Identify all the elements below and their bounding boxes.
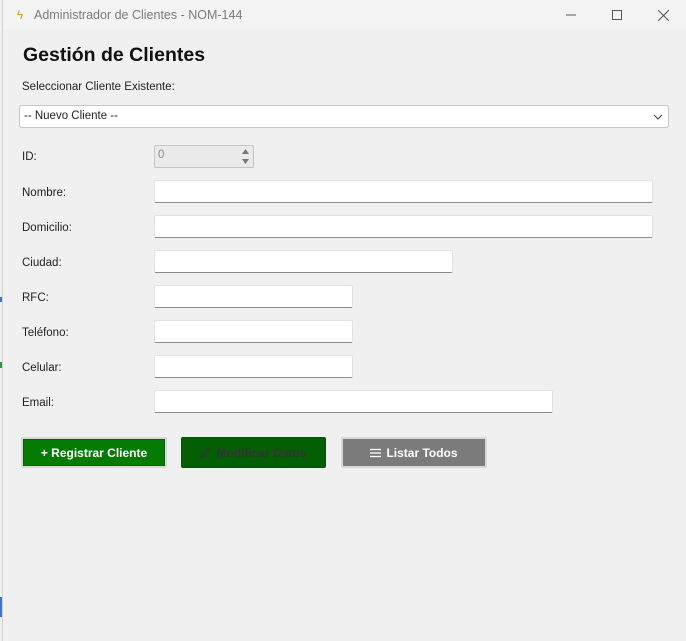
telefono-input[interactable]	[154, 320, 353, 343]
modify-data-label: Modificar Datos	[216, 445, 307, 460]
email-input[interactable]	[154, 390, 553, 413]
minimize-icon	[566, 14, 576, 16]
caret-down-icon	[241, 159, 249, 164]
chevron-down-icon	[653, 114, 663, 120]
ciudad-input[interactable]	[154, 250, 453, 273]
register-client-label: + Registrar Cliente	[40, 445, 148, 460]
nombre-input[interactable]	[154, 180, 653, 203]
lightning-icon: ϟ	[16, 8, 24, 22]
window-title: Administrador de Clientes - NOM-144	[34, 8, 243, 22]
domicilio-input[interactable]	[154, 215, 653, 238]
caret-up-icon	[241, 149, 249, 154]
page-title: Gestión de Clientes	[23, 44, 206, 66]
celular-label: Celular:	[22, 362, 62, 374]
client-select-value: -- Nuevo Cliente --	[24, 110, 118, 122]
telefono-label: Teléfono:	[22, 327, 69, 339]
minimize-button[interactable]	[548, 0, 594, 30]
email-label: Email:	[22, 397, 54, 409]
id-spin-buttons	[238, 147, 252, 166]
maximize-icon	[612, 10, 622, 20]
list-all-label: Listar Todos	[386, 445, 458, 460]
close-icon	[657, 9, 669, 21]
register-client-button[interactable]: + Registrar Cliente	[21, 437, 167, 468]
ciudad-label: Ciudad:	[22, 257, 62, 269]
rfc-input[interactable]	[154, 285, 353, 308]
id-spinbox[interactable]: 0	[154, 145, 254, 168]
close-button[interactable]	[640, 0, 686, 30]
modify-data-button[interactable]: Modificar Datos	[181, 437, 326, 468]
spin-down-button[interactable]	[238, 157, 252, 166]
pencil-icon	[200, 447, 211, 458]
title-bar[interactable]: ϟ Administrador de Clientes - NOM-144	[3, 0, 686, 30]
client-select-dropdown[interactable]: -- Nuevo Cliente --	[19, 105, 669, 128]
spin-up-button[interactable]	[238, 147, 252, 156]
nombre-label: Nombre:	[22, 187, 67, 199]
select-client-label: Seleccionar Cliente Existente:	[22, 81, 175, 93]
domicilio-label: Domicilio:	[22, 222, 72, 234]
client-manager-window: ϟ Administrador de Clientes - NOM-144 Ge…	[2, 0, 686, 641]
id-value: 0	[158, 149, 165, 161]
maximize-button[interactable]	[594, 0, 640, 30]
id-label: ID:	[22, 151, 37, 163]
list-icon	[370, 448, 382, 457]
celular-input[interactable]	[154, 355, 353, 378]
rfc-label: RFC:	[22, 292, 49, 304]
list-all-button[interactable]: Listar Todos	[341, 437, 487, 468]
